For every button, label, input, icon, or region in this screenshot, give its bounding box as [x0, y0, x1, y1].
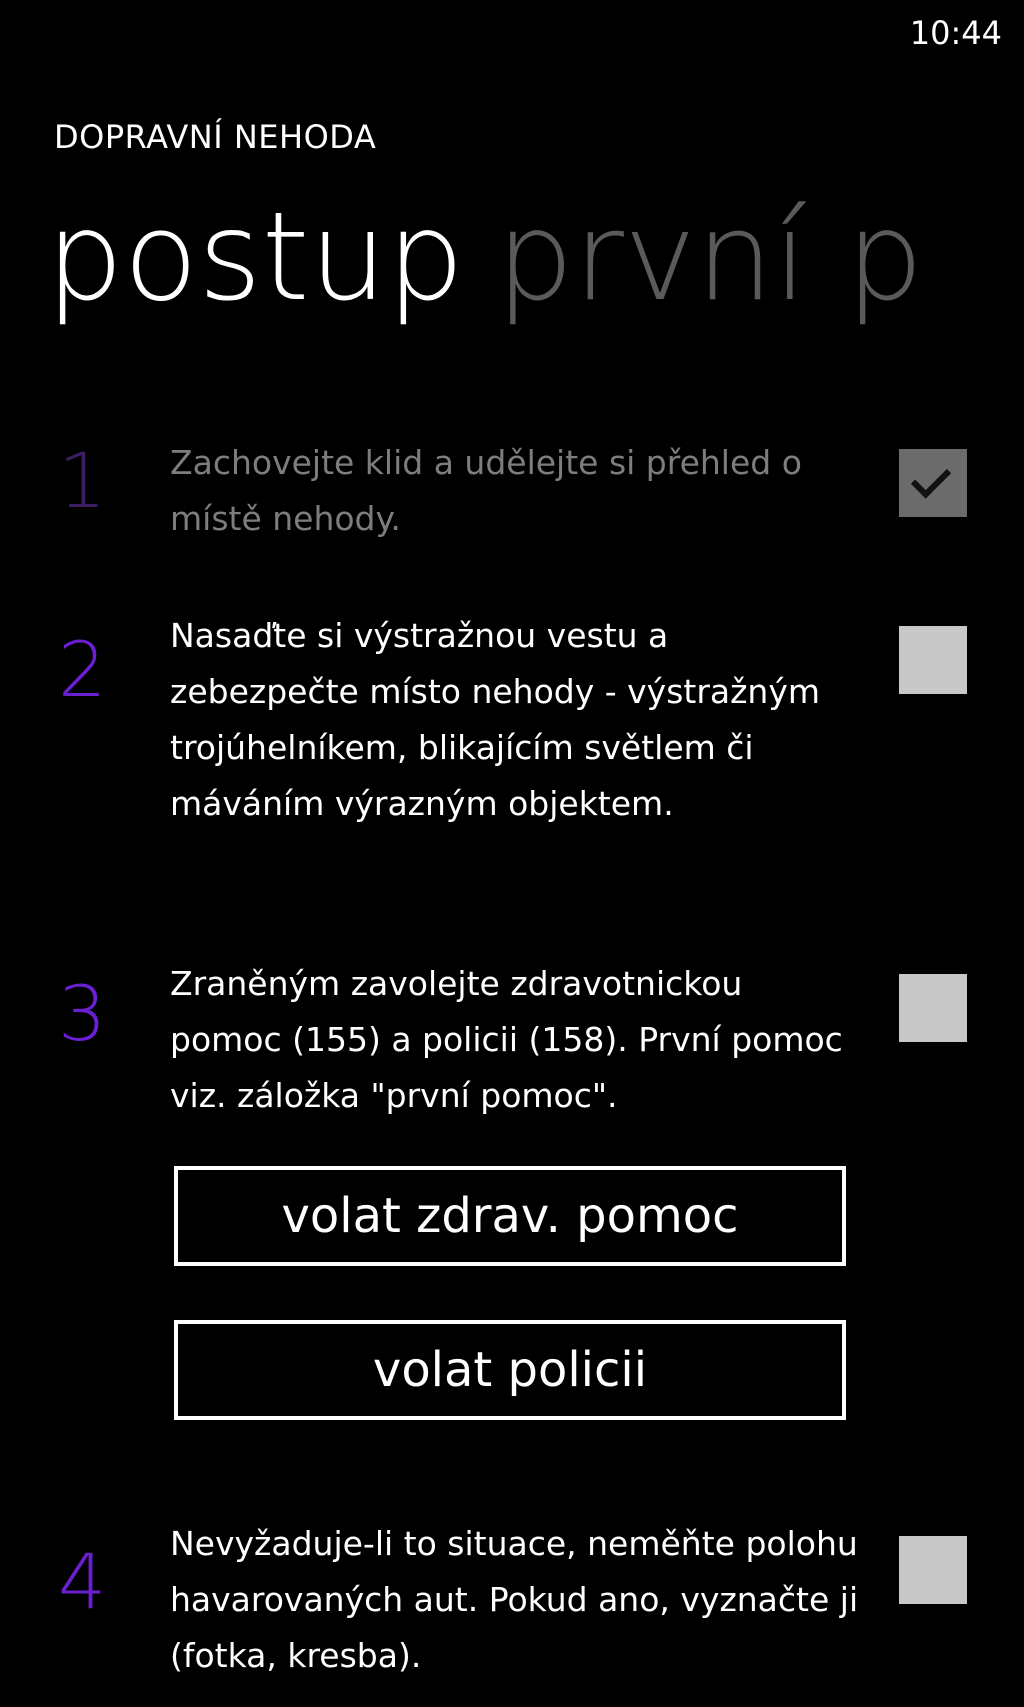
step-checkbox-3[interactable]: [899, 974, 967, 1042]
step-number: 2: [58, 625, 107, 714]
call-medical-button[interactable]: volat zdrav. pomoc: [174, 1166, 846, 1266]
step-text: Nasaďte si výstražnou vestu a zebezpečte…: [170, 616, 821, 823]
app-title: DOPRAVNÍ NEHODA: [54, 118, 377, 156]
pivot-tab-postup[interactable]: postup: [46, 196, 464, 318]
step-checkbox-4[interactable]: [899, 1536, 967, 1604]
step-checkbox-2[interactable]: [899, 626, 967, 694]
checkmark-icon: [910, 458, 952, 499]
step-number: 1: [58, 436, 107, 525]
pivot-header: postup první p: [46, 196, 924, 318]
step-checkbox-1[interactable]: [899, 449, 967, 517]
step-text: Nevyžaduje-li to situace, neměňte polohu…: [170, 1524, 859, 1675]
status-time: 10:44: [909, 14, 1002, 52]
pivot-tab-prvni-pomoc[interactable]: první p: [496, 196, 923, 318]
step-number: 4: [58, 1537, 107, 1626]
call-police-button[interactable]: volat policii: [174, 1320, 846, 1420]
step-number: 3: [58, 969, 107, 1058]
step-text: Zachovejte klid a udělejte si přehled o …: [170, 443, 802, 538]
step-text: Zraněným zavolejte zdravotnickou pomoc (…: [170, 964, 843, 1115]
